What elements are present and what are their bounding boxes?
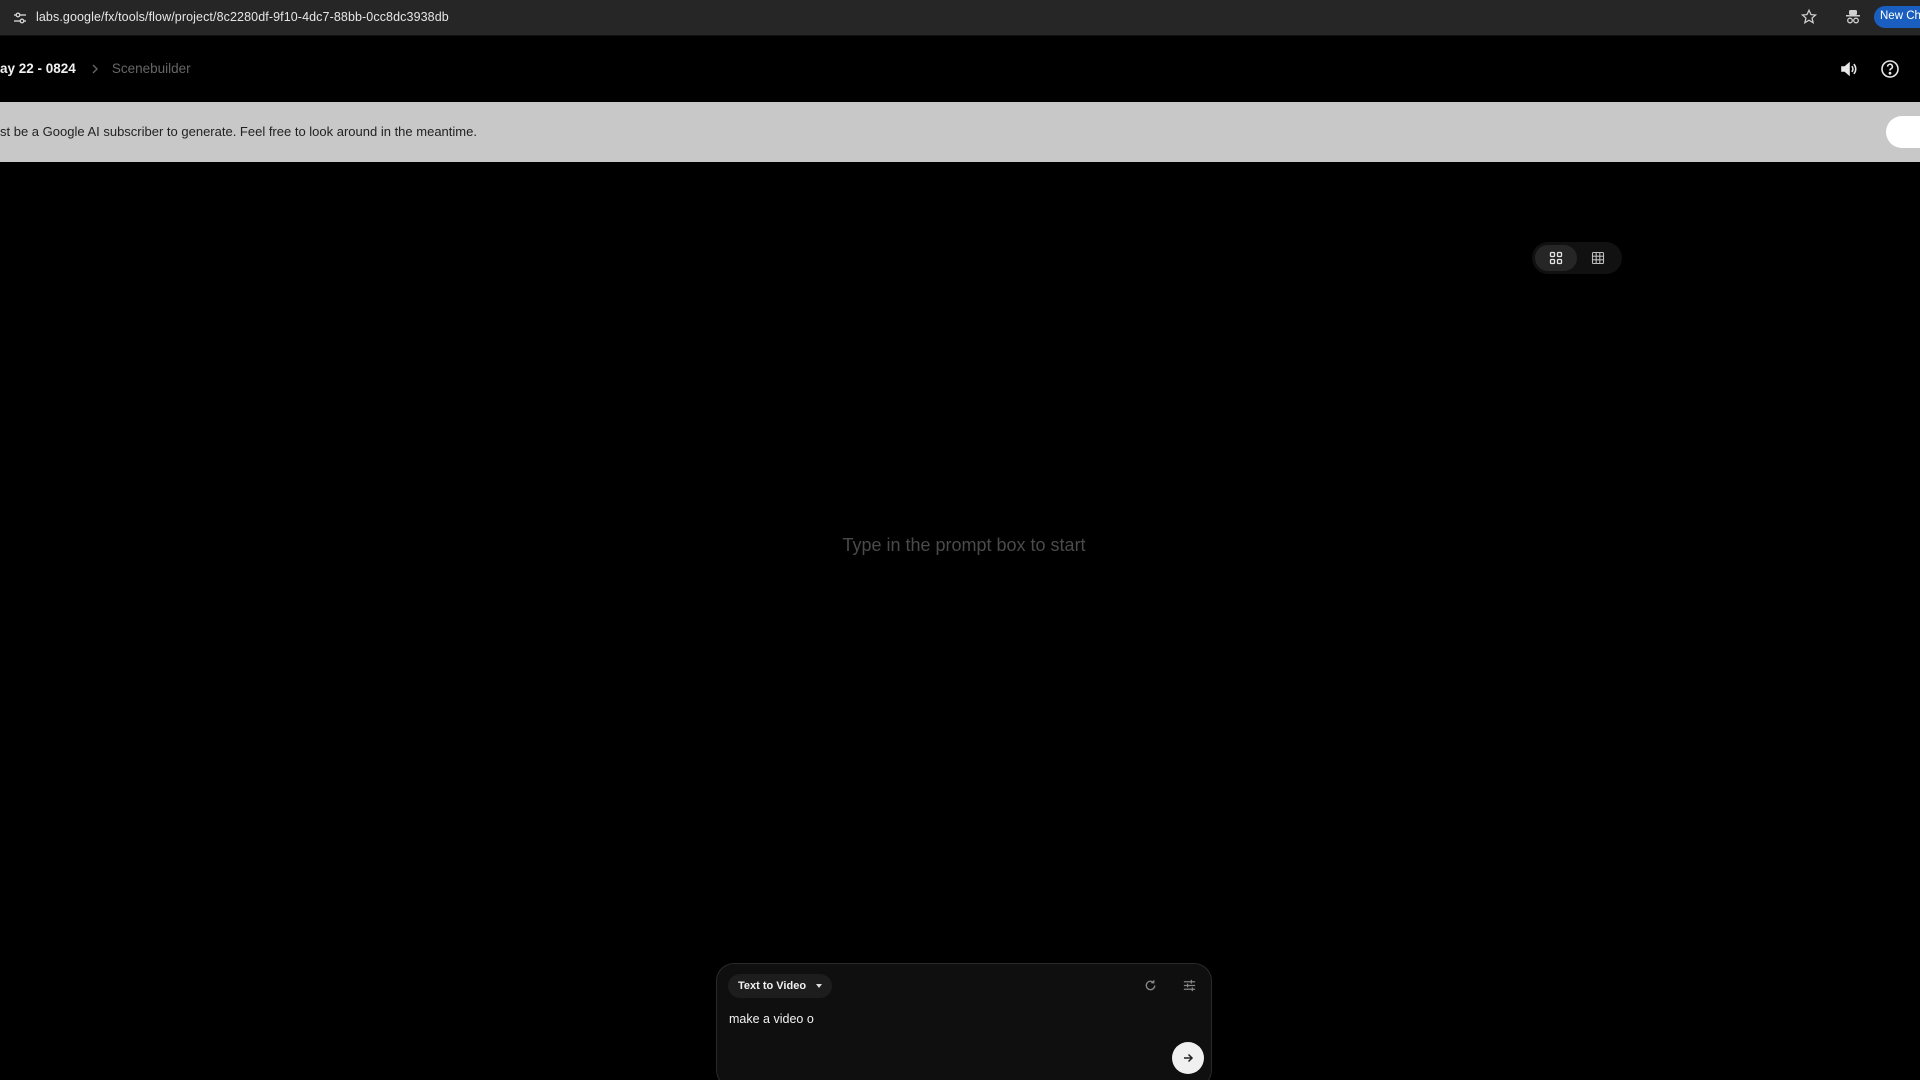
caret-down-icon <box>816 984 823 988</box>
star-icon[interactable] <box>1800 8 1818 26</box>
chevron-right-icon <box>88 62 102 76</box>
breadcrumb: ay 22 - 0824 Scenebuilder <box>0 61 191 76</box>
refresh-icon[interactable] <box>1143 978 1158 993</box>
app-header: ay 22 - 0824 Scenebuilder <box>0 36 1920 102</box>
volume-icon[interactable] <box>1839 59 1859 79</box>
view-toggle <box>1532 242 1622 274</box>
breadcrumb-current: Scenebuilder <box>111 61 191 76</box>
banner-message: st be a Google AI subscriber to generate… <box>0 124 477 139</box>
breadcrumb-project[interactable]: ay 22 - 0824 <box>0 61 76 76</box>
incognito-icon[interactable] <box>1843 7 1863 27</box>
sliders-icon[interactable] <box>1182 978 1197 993</box>
grid-3x3-icon[interactable] <box>1577 245 1619 271</box>
browser-toolbar: labs.google/fx/tools/flow/project/8c2280… <box>0 0 1920 36</box>
new-chrome-button[interactable]: New Ch <box>1874 6 1920 28</box>
subscription-banner: st be a Google AI subscriber to generate… <box>0 102 1920 162</box>
mode-dropdown[interactable]: Text to Video <box>728 974 833 998</box>
help-icon[interactable] <box>1880 59 1900 79</box>
send-button[interactable] <box>1172 1042 1204 1074</box>
empty-state-message: Type in the prompt box to start <box>842 535 1086 555</box>
site-settings-icon[interactable] <box>12 10 28 26</box>
address-bar-url[interactable]: labs.google/fx/tools/flow/project/8c2280… <box>36 10 449 24</box>
prompt-box: Text to Video <box>716 963 1212 1080</box>
prompt-input[interactable] <box>729 1009 1169 1029</box>
mode-label: Text to Video <box>738 980 807 992</box>
grid-2x2-icon[interactable] <box>1535 245 1577 271</box>
subscribe-button[interactable]: Su <box>1886 116 1920 148</box>
